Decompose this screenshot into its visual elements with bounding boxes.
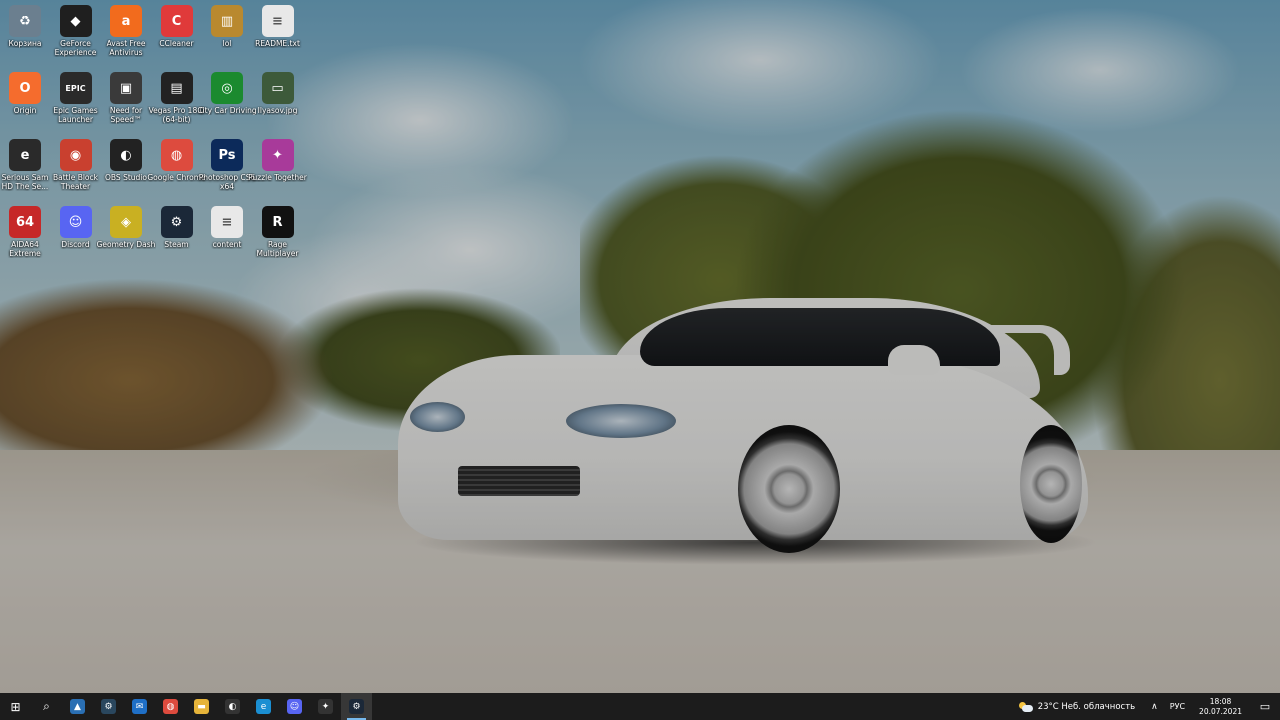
app-icon: ▲	[70, 699, 85, 714]
chrome-icon: ◍	[160, 139, 193, 171]
photoshop-icon: Ps	[211, 139, 243, 171]
mail-icon: ✉	[132, 699, 147, 714]
desktop-icon-label: README.txt	[255, 39, 300, 48]
desktop-icon[interactable]: O Origin	[0, 72, 52, 136]
desktop-icon-label: Rage Multiplayer	[256, 240, 299, 258]
origin-icon: O	[9, 72, 41, 104]
city-car-driving-icon: ◎	[211, 72, 243, 104]
vegas-pro-icon: ▤	[160, 72, 193, 104]
weather-text: 23°C Неб. облачность	[1037, 701, 1136, 712]
desktop-icon-grid: ♻ Корзина ◆ GeForce Experience a Avast Free A…	[0, 0, 320, 270]
taskbar-app-2[interactable]: ✦	[310, 693, 341, 720]
start-button[interactable]: ⊞	[0, 693, 31, 720]
weather-widget[interactable]: 23°C Неб. облачность	[1018, 701, 1136, 712]
recycle-bin-icon: ♻	[9, 5, 41, 37]
desktop-icon[interactable]: Ps Photoshop CS6 x64	[199, 139, 255, 203]
taskbar-edge[interactable]: e	[248, 693, 279, 720]
clock[interactable]: 18:08 20.07.2021	[1199, 697, 1242, 717]
desktop-icon[interactable]: ◆ GeForce Experience	[49, 5, 103, 69]
desktop-icon[interactable]: ◎ City Car Driving	[197, 72, 257, 136]
app-icon: ✦	[318, 699, 333, 714]
chrome-icon: ◍	[163, 699, 178, 714]
desktop-icon[interactable]: e Serious Sam HD The Se...	[0, 139, 52, 203]
obs-icon: ◐	[225, 699, 240, 714]
desktop-icon[interactable]: ≡ content	[200, 206, 254, 270]
desktop-icon[interactable]: ♻ Корзина	[0, 5, 52, 69]
desktop-icon[interactable]: ▭ Ilyasov.jpg	[251, 72, 305, 136]
desktop[interactable]: ♻ Корзина ◆ GeForce Experience a Avast Free A…	[0, 0, 1280, 720]
epic-games-icon: EPIC	[59, 72, 92, 104]
desktop-icon[interactable]: ✦ Puzzle Together	[248, 139, 307, 203]
archive-icon: ▥	[211, 5, 243, 37]
taskbar-app-1[interactable]: ▲	[62, 693, 93, 720]
clock-date: 20.07.2021	[1199, 706, 1242, 716]
obs-icon: ◐	[110, 139, 142, 171]
steam-icon: ⚙	[160, 206, 193, 238]
desktop-icon[interactable]: ☺ Discord	[49, 206, 103, 270]
text-file-icon: ≡	[211, 206, 243, 238]
notification-center-icon[interactable]: ▭	[1250, 693, 1280, 720]
discord-icon: ☺	[59, 206, 92, 238]
search-icon: ⌕	[39, 699, 54, 714]
desktop-icon[interactable]: ≡ README.txt	[251, 5, 305, 69]
ccleaner-icon: C	[160, 5, 193, 37]
desktop-icon[interactable]: ◐ OBS Studio	[99, 139, 153, 203]
desktop-icon[interactable]: EPIC Epic Games Launcher	[49, 72, 103, 136]
serious-sam-icon: e	[9, 139, 41, 171]
taskbar-steam[interactable]: ⚙	[93, 693, 124, 720]
desktop-icon[interactable]: C CCleaner	[150, 5, 204, 69]
desktop-icon[interactable]: 64 AIDA64 Extreme	[0, 206, 52, 270]
desktop-icon[interactable]: ◍ Google Chrome	[147, 139, 206, 203]
folder-icon: ▬	[194, 699, 209, 714]
language-indicator[interactable]: РУС	[1170, 702, 1185, 711]
system-tray: 23°C Неб. облачность ∧ РУС 18:08 20.07.2…	[1018, 693, 1280, 720]
desktop-icon-label: Ilyasov.jpg	[257, 106, 298, 115]
windows-icon: ⊞	[8, 699, 23, 714]
desktop-icon[interactable]: ◈ Geometry Dash	[97, 206, 155, 270]
nfs-icon: ▣	[110, 72, 142, 104]
ragemp-icon: R	[261, 206, 294, 238]
desktop-icon-label: Puzzle Together	[248, 173, 307, 182]
discord-icon: ☺	[287, 699, 302, 714]
battleblock-icon: ◉	[59, 139, 92, 171]
image-file-icon: ▭	[261, 72, 294, 104]
search-button[interactable]: ⌕	[31, 693, 62, 720]
steam-icon: ⚙	[101, 699, 116, 714]
taskbar-items: ⊞ ⌕ ▲ ⚙ ✉ ◍ ▬ ◐ e ☺ ✦ ⚙	[0, 693, 372, 720]
desktop-icon[interactable]: a Avast Free Antivirus	[99, 5, 153, 69]
desktop-icon[interactable]: ▥ lol	[200, 5, 254, 69]
taskbar-chrome[interactable]: ◍	[155, 693, 186, 720]
clock-time: 18:08	[1209, 696, 1232, 706]
desktop-icon[interactable]: ⚙ Steam	[150, 206, 204, 270]
steam-icon: ⚙	[349, 699, 364, 714]
edge-icon: e	[256, 699, 271, 714]
aida64-icon: 64	[9, 206, 41, 238]
taskbar-obs[interactable]: ◐	[217, 693, 248, 720]
desktop-icon[interactable]: ▤ Vegas Pro 18.0 (64-bit)	[149, 72, 204, 136]
taskbar-steam-active[interactable]: ⚙	[341, 693, 372, 720]
desktop-icon[interactable]: ▣ Need for Speed™	[99, 72, 153, 136]
geometry-dash-icon: ◈	[110, 206, 142, 238]
taskbar-explorer[interactable]: ▬	[186, 693, 217, 720]
desktop-icon[interactable]: R Rage Multiplayer	[251, 206, 305, 270]
taskbar-discord[interactable]: ☺	[279, 693, 310, 720]
text-file-icon: ≡	[261, 5, 294, 37]
avast-icon: a	[110, 5, 142, 37]
nvidia-icon: ◆	[59, 5, 92, 37]
taskbar: ⊞ ⌕ ▲ ⚙ ✉ ◍ ▬ ◐ e ☺ ✦ ⚙ 23°C Неб. облачность ∧ РУС …	[0, 693, 1280, 720]
desktop-icon[interactable]: ◉ Battle Block Theater	[49, 139, 103, 203]
taskbar-mail[interactable]: ✉	[124, 693, 155, 720]
show-hidden-icons-chevron-icon[interactable]: ∧	[1151, 702, 1158, 712]
weather-cloud-sun-icon	[1018, 701, 1033, 712]
puzzle-icon: ✦	[261, 139, 294, 171]
